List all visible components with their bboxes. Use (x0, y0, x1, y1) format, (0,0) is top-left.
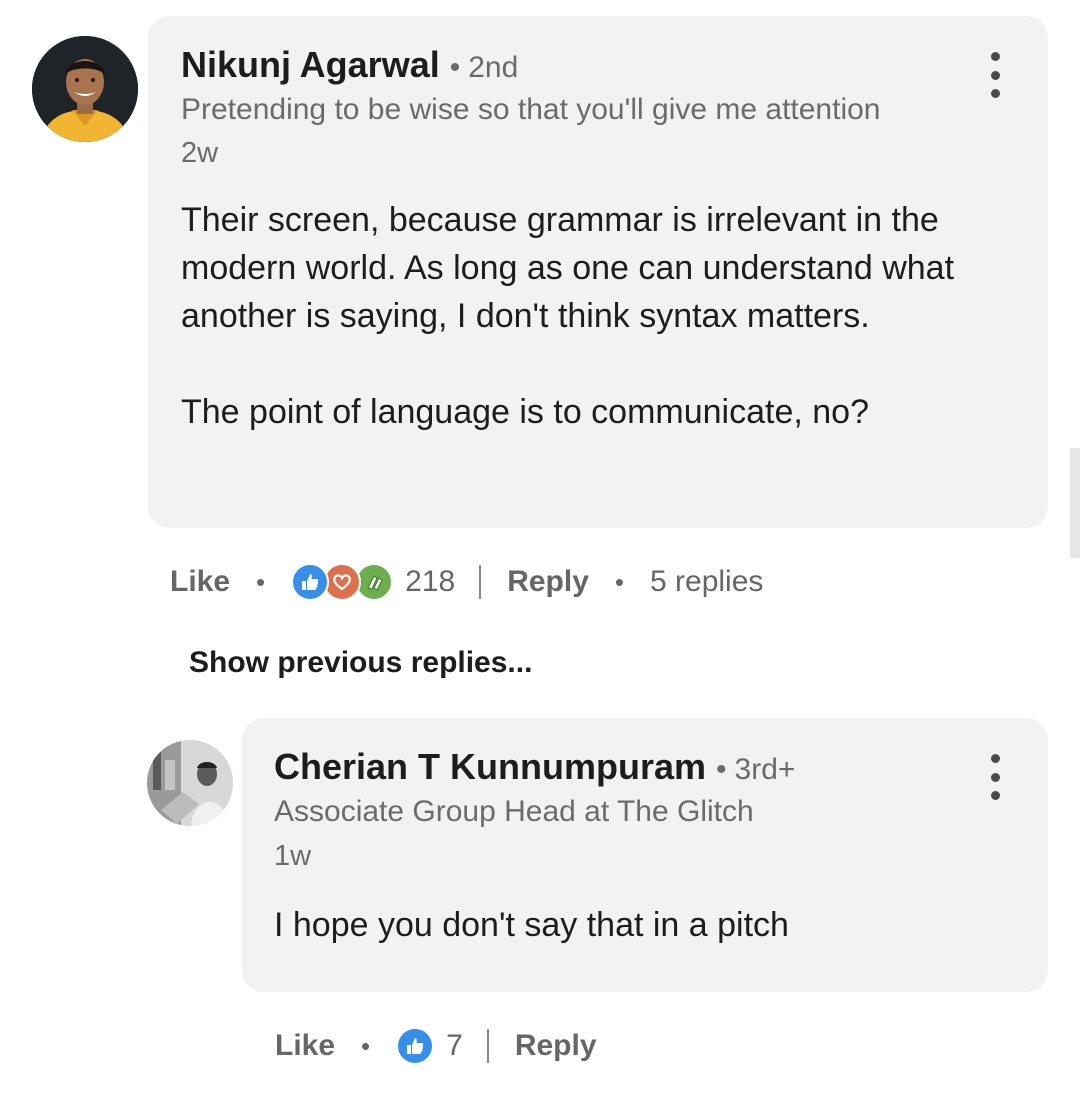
comment-author-headline: Pretending to be wise so that you'll giv… (181, 93, 881, 126)
reply-button[interactable]: Reply (507, 565, 589, 599)
reactions-summary[interactable] (291, 563, 394, 601)
divider (479, 565, 482, 599)
connection-degree: 2nd (468, 51, 519, 84)
comment-author-name[interactable]: Nikunj Agarwal (181, 44, 440, 85)
avatar-image (147, 740, 233, 826)
comment-body: Their screen, because grammar is irrelev… (181, 196, 1021, 436)
comment-actions: Like • 218 Reply • 5 replies (170, 560, 763, 604)
reply-author-avatar[interactable] (147, 740, 233, 826)
separator-dot: • (256, 566, 266, 597)
reply-bubble: Cherian T Kunnumpuram • 3rd+ Associate Gro… (242, 718, 1048, 992)
reply-actions: Like • 7 Reply (275, 1024, 597, 1068)
comment-bubble: Nikunj Agarwal • 2nd Pretending to be wise… (148, 16, 1048, 528)
separator-dot: • (361, 1030, 371, 1061)
like-button[interactable]: Like (170, 565, 230, 599)
more-options-icon[interactable] (980, 52, 1010, 98)
reply-button[interactable]: Reply (515, 1029, 597, 1063)
reply-body: I hope you don't say that in a pitch (274, 906, 789, 944)
like-icon (396, 1027, 435, 1065)
reply-timestamp: 1w (274, 840, 312, 872)
avatar-image (32, 36, 138, 142)
comment-author-line: Nikunj Agarwal • 2nd (181, 44, 518, 86)
degree-separator: • (449, 51, 461, 84)
divider (486, 1029, 489, 1063)
degree-separator: • (716, 753, 727, 786)
connection-degree: 3rd+ (734, 753, 796, 786)
show-previous-replies-link[interactable]: Show previous replies... (189, 646, 532, 680)
like-button[interactable]: Like (275, 1029, 335, 1063)
reply-author-line: Cherian T Kunnumpuram • 3rd+ (274, 746, 795, 788)
reactions-summary[interactable] (396, 1027, 435, 1065)
reply-author-headline: Associate Group Head at The Glitch (274, 795, 754, 828)
separator-dot: • (614, 566, 625, 597)
comment-timestamp: 2w (181, 137, 219, 169)
comment-paragraph: The point of language is to communicate,… (181, 393, 869, 431)
like-icon (291, 563, 330, 601)
reaction-count[interactable]: 7 (446, 1029, 463, 1063)
author-avatar[interactable] (32, 36, 138, 142)
more-options-icon[interactable] (980, 754, 1010, 800)
scrollbar[interactable] (1070, 448, 1080, 558)
reaction-count[interactable]: 218 (405, 565, 455, 599)
replies-count-link[interactable]: 5 replies (650, 565, 763, 599)
comment-paragraph: Their screen, because grammar is irrelev… (181, 201, 955, 335)
reply-author-name[interactable]: Cherian T Kunnumpuram (274, 746, 706, 787)
